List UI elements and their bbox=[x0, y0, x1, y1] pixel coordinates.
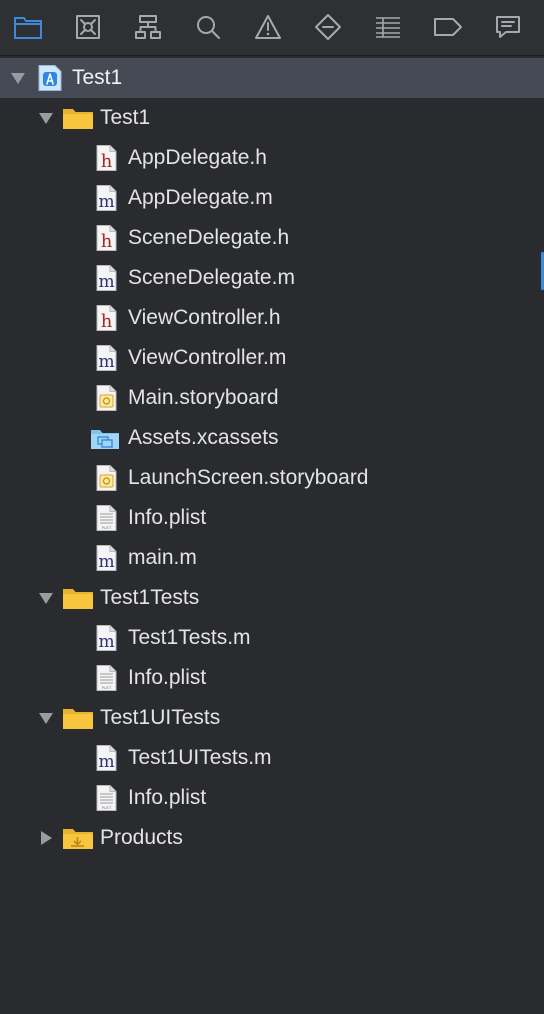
objc-source-file-icon: m bbox=[92, 264, 120, 292]
tree-row-test1uitests-m[interactable]: m Test1UITests.m bbox=[0, 738, 544, 778]
tree-row-info-plist[interactable]: PLIST Info.plist bbox=[0, 498, 544, 538]
symbol-navigator-hierarchy-icon bbox=[134, 14, 162, 40]
tree-row-test1-group[interactable]: Test1 bbox=[0, 98, 544, 138]
tree-row-test1uitests-group[interactable]: Test1UITests bbox=[0, 698, 544, 738]
tree-row-label: Test1Tests bbox=[100, 586, 200, 609]
objc-source-file-icon: m bbox=[92, 344, 120, 372]
svg-text:m: m bbox=[98, 352, 114, 372]
tree-row-label: ViewController.m bbox=[128, 346, 287, 369]
tree-row-test1tests-group[interactable]: Test1Tests bbox=[0, 578, 544, 618]
svg-text:PLIST: PLIST bbox=[102, 806, 113, 810]
file-tree: Test1 Test1 h AppDelegate.h m AppDelegate.m h S… bbox=[0, 58, 544, 858]
svg-text:m: m bbox=[98, 552, 114, 572]
project-navigator-folder-icon bbox=[13, 14, 43, 40]
report-navigator-chat-button[interactable] bbox=[491, 10, 525, 44]
test-navigator-diamond-icon bbox=[314, 13, 342, 41]
tree-row-appdelegate-h[interactable]: h AppDelegate.h bbox=[0, 138, 544, 178]
tree-row-info-plist[interactable]: PLIST Info.plist bbox=[0, 658, 544, 698]
tree-row-products-group[interactable]: Products bbox=[0, 818, 544, 858]
asset-catalog-folder-icon bbox=[90, 424, 119, 452]
project-navigator: Test1 Test1 h AppDelegate.h m AppDelegate.m h S… bbox=[0, 0, 544, 1014]
tree-row-label: Info.plist bbox=[128, 786, 207, 809]
tree-row-label: ViewController.h bbox=[128, 306, 281, 329]
disclosure-triangle-expanded-icon[interactable] bbox=[10, 70, 26, 86]
find-navigator-search-icon bbox=[195, 14, 221, 40]
svg-text:h: h bbox=[101, 311, 113, 332]
tree-row-main-storyboard[interactable]: Main.storyboard bbox=[0, 378, 544, 418]
tree-row-label: Assets.xcassets bbox=[128, 426, 279, 449]
tree-row-scenedelegate-m[interactable]: m SceneDelegate.m bbox=[0, 258, 544, 298]
tree-row-label: Test1UITests.m bbox=[128, 746, 272, 769]
plist-file-icon: PLIST bbox=[92, 504, 120, 532]
tree-row-viewcontroller-h[interactable]: h ViewController.h bbox=[0, 298, 544, 338]
tree-row-label: Info.plist bbox=[128, 666, 207, 689]
tree-row-label: AppDelegate.m bbox=[128, 186, 273, 209]
tree-row-launchscreen-storyboard[interactable]: LaunchScreen.storyboard bbox=[0, 458, 544, 498]
test-navigator-diamond-button[interactable] bbox=[311, 10, 345, 44]
svg-text:m: m bbox=[98, 752, 114, 772]
tree-row-label: AppDelegate.h bbox=[128, 146, 267, 169]
tree-row-label: Main.storyboard bbox=[128, 386, 279, 409]
objc-source-file-icon: m bbox=[92, 544, 120, 572]
tree-row-label: SceneDelegate.m bbox=[128, 266, 295, 289]
svg-text:PLIST: PLIST bbox=[102, 686, 113, 690]
breakpoint-navigator-tag-icon bbox=[433, 16, 463, 38]
debug-navigator-list-icon bbox=[374, 15, 402, 39]
tree-row-test1[interactable]: Test1 bbox=[0, 58, 544, 98]
tree-row-label: Test1UITests bbox=[100, 706, 221, 729]
svg-text:PLIST: PLIST bbox=[102, 526, 113, 530]
debug-navigator-list-button[interactable] bbox=[371, 10, 405, 44]
find-navigator-search-button[interactable] bbox=[191, 10, 225, 44]
svg-text:m: m bbox=[98, 632, 114, 652]
tree-row-label: SceneDelegate.h bbox=[128, 226, 290, 249]
tree-row-label: Test1Tests.m bbox=[128, 626, 251, 649]
svg-text:m: m bbox=[98, 192, 114, 212]
svg-text:h: h bbox=[101, 231, 113, 252]
breakpoint-navigator-tag-button[interactable] bbox=[431, 10, 465, 44]
tree-row-label: Info.plist bbox=[128, 506, 207, 529]
tree-row-label: LaunchScreen.storyboard bbox=[128, 466, 369, 489]
svg-text:m: m bbox=[98, 272, 114, 292]
folder-icon bbox=[62, 704, 93, 732]
folder-icon bbox=[62, 584, 93, 612]
issue-navigator-warning-icon bbox=[254, 14, 282, 40]
tree-row-label: main.m bbox=[128, 546, 197, 569]
source-control-navigator-button[interactable] bbox=[71, 10, 105, 44]
xcode-project-icon bbox=[36, 64, 64, 92]
issue-navigator-warning-button[interactable] bbox=[251, 10, 285, 44]
tree-row-viewcontroller-m[interactable]: m ViewController.m bbox=[0, 338, 544, 378]
tree-row-info-plist[interactable]: PLIST Info.plist bbox=[0, 778, 544, 818]
symbol-navigator-hierarchy-button[interactable] bbox=[131, 10, 165, 44]
tree-row-main-m[interactable]: m main.m bbox=[0, 538, 544, 578]
navigator-toolbar bbox=[0, 0, 544, 56]
header-file-icon: h bbox=[92, 304, 120, 332]
plist-file-icon: PLIST bbox=[92, 784, 120, 812]
tree-row-test1tests-m[interactable]: m Test1Tests.m bbox=[0, 618, 544, 658]
tree-row-scenedelegate-h[interactable]: h SceneDelegate.h bbox=[0, 218, 544, 258]
disclosure-triangle-expanded-icon[interactable] bbox=[38, 110, 54, 126]
objc-source-file-icon: m bbox=[92, 184, 120, 212]
folder-icon bbox=[62, 104, 93, 132]
products-folder-icon bbox=[62, 824, 93, 852]
plist-file-icon: PLIST bbox=[92, 664, 120, 692]
tree-row-label: Test1 bbox=[100, 106, 151, 129]
svg-text:h: h bbox=[101, 151, 113, 172]
header-file-icon: h bbox=[92, 144, 120, 172]
storyboard-file-icon bbox=[92, 384, 120, 412]
tree-row-appdelegate-m[interactable]: m AppDelegate.m bbox=[0, 178, 544, 218]
objc-source-file-icon: m bbox=[92, 744, 120, 772]
report-navigator-chat-icon bbox=[494, 14, 522, 40]
storyboard-file-icon bbox=[92, 464, 120, 492]
project-navigator-folder-button[interactable] bbox=[11, 10, 45, 44]
disclosure-triangle-collapsed-icon[interactable] bbox=[38, 830, 54, 846]
objc-source-file-icon: m bbox=[92, 624, 120, 652]
header-file-icon: h bbox=[92, 224, 120, 252]
source-control-navigator-icon bbox=[75, 14, 101, 40]
disclosure-triangle-expanded-icon[interactable] bbox=[38, 710, 54, 726]
tree-row-label: Test1 bbox=[72, 66, 123, 89]
tree-row-assets-xcassets[interactable]: Assets.xcassets bbox=[0, 418, 544, 458]
tree-row-label: Products bbox=[100, 826, 183, 849]
disclosure-triangle-expanded-icon[interactable] bbox=[38, 590, 54, 606]
